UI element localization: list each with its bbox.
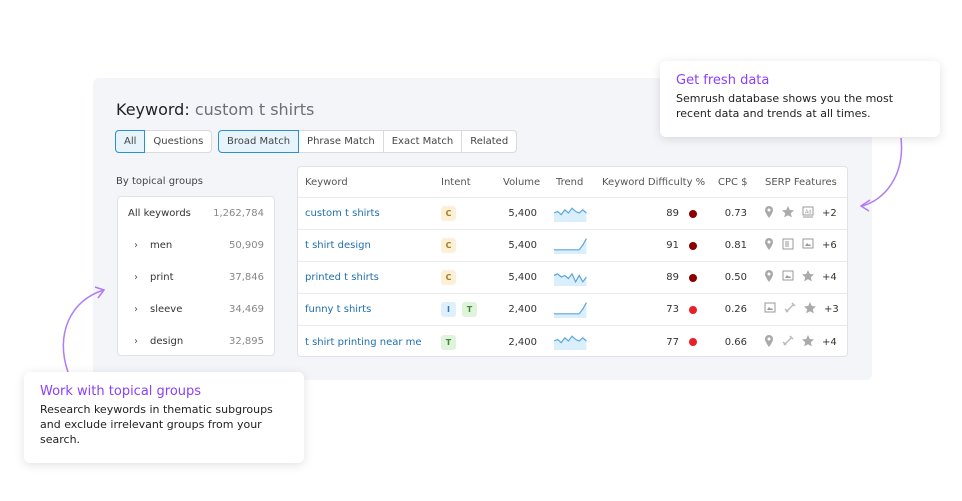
callout-topical-groups: Work with topical groups Research keywor… xyxy=(24,372,304,463)
arrow-groups xyxy=(62,289,105,373)
callout-fresh-data: Get fresh data Semrush database shows yo… xyxy=(660,61,940,137)
filter-all[interactable]: All xyxy=(115,130,146,153)
filter-broad-match[interactable]: Broad Match xyxy=(218,130,300,153)
callout-title: Get fresh data xyxy=(676,73,770,88)
arrow-fresh xyxy=(861,137,903,207)
callout-title: Work with topical groups xyxy=(40,384,202,399)
callout-text: Semrush database shows you the most rece… xyxy=(676,92,894,120)
callout-text: Research keywords in thematic subgroups … xyxy=(40,403,273,446)
